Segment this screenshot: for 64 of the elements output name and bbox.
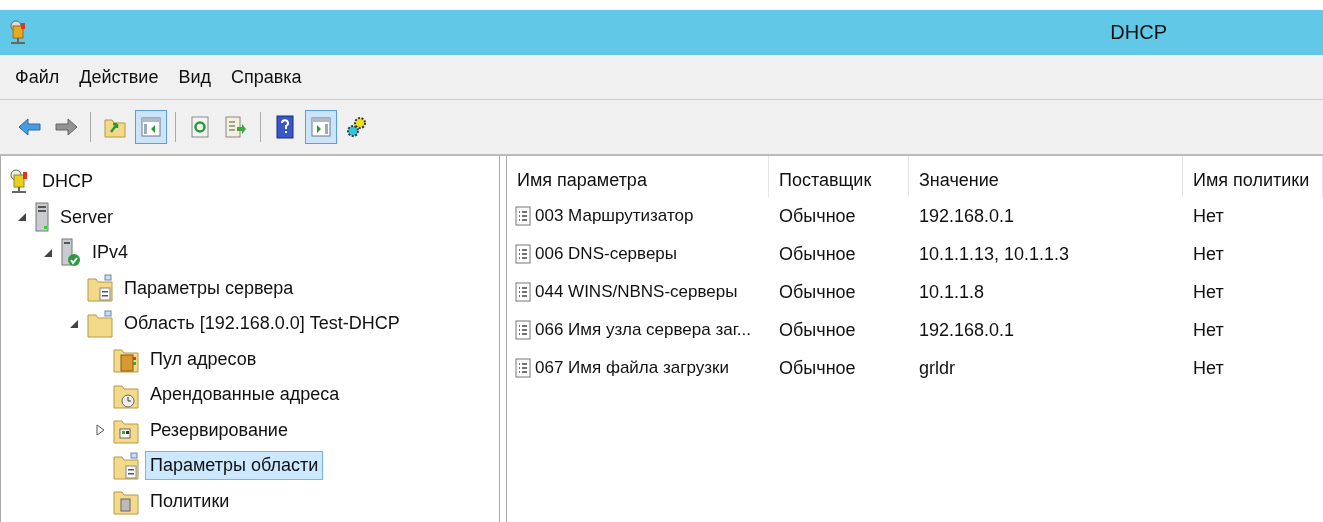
table-cell: Нет [1193, 243, 1224, 265]
help-icon [276, 115, 294, 139]
toggle-pane-button[interactable] [305, 110, 337, 144]
column-header[interactable]: Поставщик [769, 156, 909, 197]
document-list-icon [515, 358, 531, 378]
export-list-icon [225, 116, 247, 138]
table-cell: 006 DNS-серверы [535, 244, 678, 264]
table-cell: 10.1.1.13, 10.1.1.3 [919, 243, 1070, 265]
refresh-icon [191, 116, 209, 138]
table-cell: Нет [1193, 319, 1224, 341]
folder-options-icon [87, 274, 113, 303]
forward-arrow-icon [54, 117, 78, 137]
document-list-icon [515, 244, 531, 264]
table-cell: Нет [1193, 281, 1224, 303]
table-cell: Нет [1193, 205, 1224, 227]
document-list-icon [515, 206, 531, 226]
pane-icon [311, 117, 331, 137]
folder-up-icon [104, 116, 126, 138]
tree-item[interactable]: IPv4 [87, 238, 134, 268]
window-title: DHCP [1110, 21, 1167, 44]
tree-item[interactable]: Параметры области [145, 451, 324, 481]
column-header[interactable]: Имя политики [1183, 156, 1323, 197]
server-check-icon [61, 237, 81, 268]
tree-item[interactable]: Параметры сервера [119, 273, 299, 303]
expand-arrow-icon[interactable] [95, 424, 105, 437]
collapse-arrow-icon[interactable] [69, 318, 79, 329]
tree-item[interactable]: Арендованные адреса [145, 380, 345, 410]
table-cell: Обычное [779, 205, 856, 227]
collapse-arrow-icon[interactable] [17, 212, 27, 223]
collapse-arrow-icon[interactable] [43, 247, 53, 258]
table-cell: 192.168.0.1 [919, 319, 1015, 341]
tree-item[interactable]: Пул адресов [145, 344, 262, 374]
table-cell: 003 Маршрутизатор [535, 206, 694, 226]
folder-icon [87, 309, 113, 338]
table-cell: Обычное [779, 281, 856, 303]
folder-options-icon [113, 451, 139, 480]
table-cell: Нет [1193, 357, 1224, 379]
table-cell: 10.1.1.8 [919, 281, 985, 303]
tree-item[interactable]: Область [192.168.0.0] Test-DHCP [119, 309, 405, 339]
table-cell: 066 Имя узла сервера заг... [535, 320, 751, 340]
tree-item[interactable]: Server [55, 202, 118, 232]
toggle-pane-button[interactable] [135, 110, 167, 144]
tree-item[interactable]: Политики [145, 486, 235, 516]
menu-item[interactable]: Файл [15, 64, 60, 90]
column-header[interactable]: Имя параметра [507, 156, 769, 197]
table-cell: Обычное [779, 243, 856, 265]
table-cell: Обычное [779, 357, 856, 379]
menu-item[interactable]: Действие [79, 64, 159, 90]
gears-icon [345, 116, 369, 138]
table-cell: 192.168.0.1 [919, 205, 1015, 227]
document-list-icon [515, 282, 531, 302]
table-cell: 067 Имя файла загрузки [535, 358, 729, 378]
server-icon [35, 202, 49, 233]
pane-icon [141, 117, 161, 137]
menu-item[interactable]: Вид [178, 64, 211, 90]
table-cell: 044 WINS/NBNS-серверы [535, 282, 738, 302]
tree-item[interactable]: Резервирование [145, 415, 293, 445]
back-arrow-icon [18, 117, 42, 137]
table-cell: grldr [919, 357, 955, 379]
column-header[interactable]: Значение [909, 156, 1183, 197]
table-cell: Обычное [779, 319, 856, 341]
tree-item[interactable]: DHCP [37, 167, 98, 197]
document-list-icon [515, 320, 531, 340]
menu-item[interactable]: Справка [231, 64, 302, 90]
